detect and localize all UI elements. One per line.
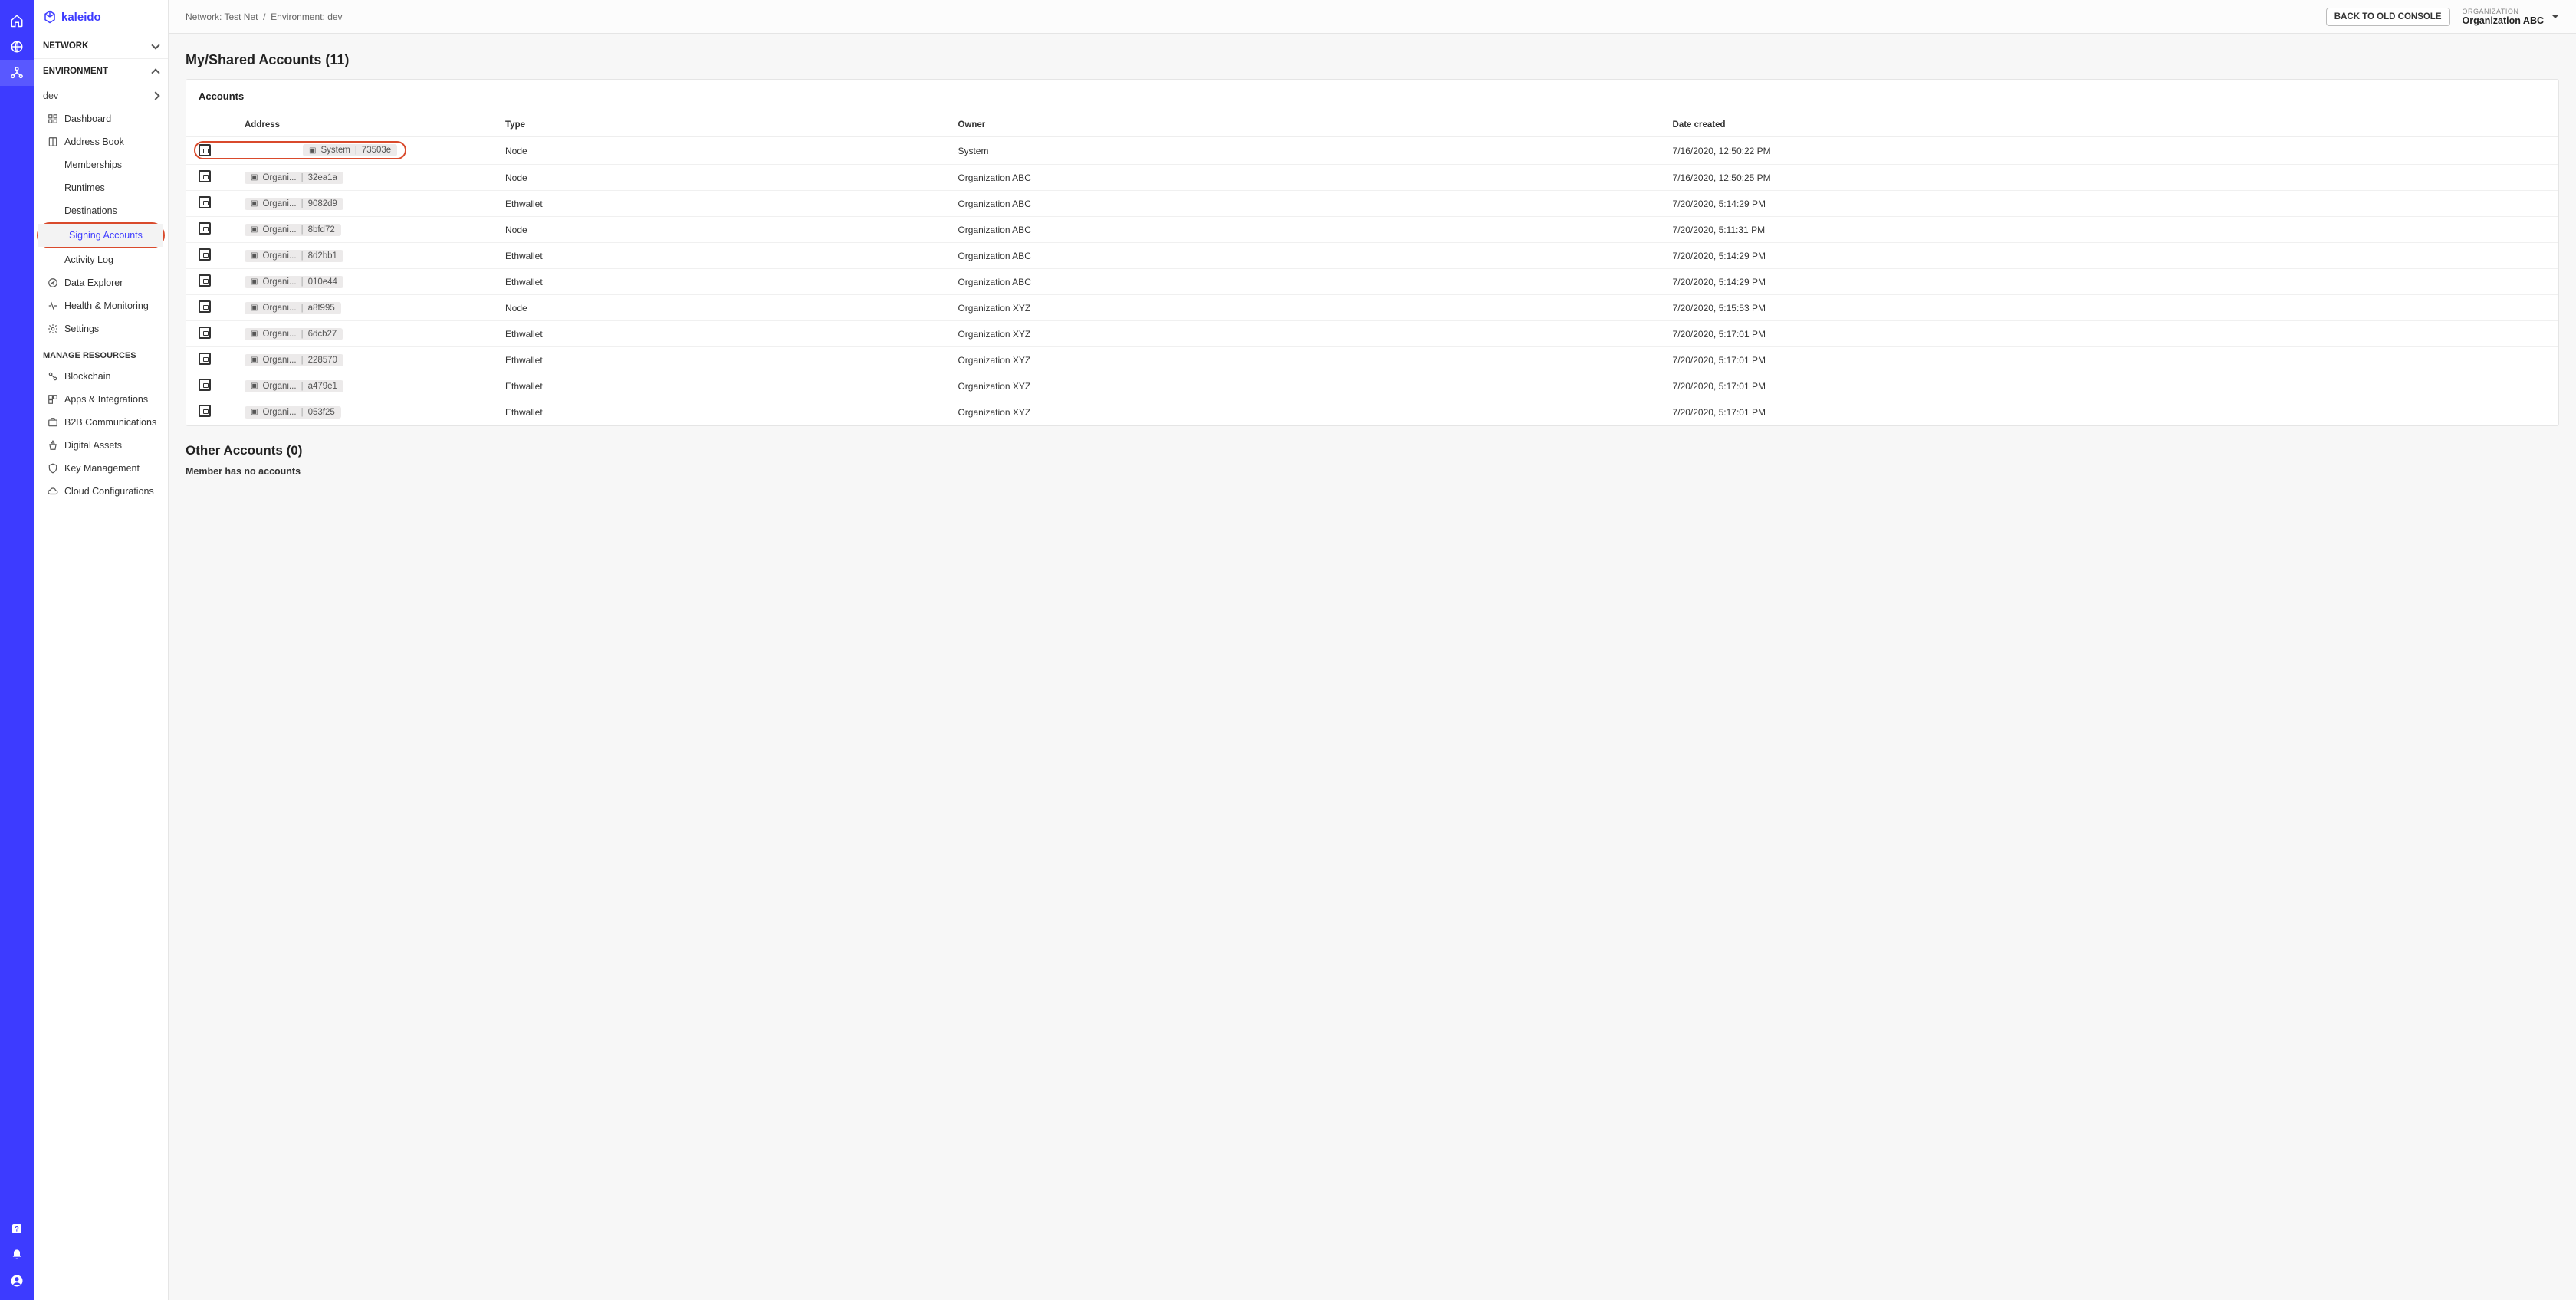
col-address: Address: [232, 113, 493, 137]
wallet-icon: [199, 170, 211, 182]
manage-resources-header: MANAGE RESOURCES: [34, 340, 168, 365]
sidebar-item-key-mgmt[interactable]: Key Management: [34, 457, 168, 480]
sidebar-item-apps[interactable]: Apps & Integrations: [34, 388, 168, 411]
sidebar-item-activity-log[interactable]: Activity Log: [34, 248, 168, 271]
home-icon[interactable]: [0, 8, 34, 34]
table-row[interactable]: ▣Organi...|053f25EthwalletOrganization X…: [186, 399, 2558, 425]
sidebar: kaleido NETWORK ENVIRONMENT dev Dashboar…: [34, 0, 169, 1300]
sidebar-item-runtimes[interactable]: Runtimes: [34, 176, 168, 199]
account-icon[interactable]: [0, 1268, 34, 1294]
table-row[interactable]: ▣Organi...|9082d9EthwalletOrganization A…: [186, 191, 2558, 217]
address-pill: ▣Organi...|053f25: [245, 406, 341, 419]
wallet-icon: [199, 405, 211, 417]
chain-icon: [48, 371, 58, 382]
sidebar-item-memberships[interactable]: Memberships: [34, 153, 168, 176]
sidebar-item-settings[interactable]: Settings: [34, 317, 168, 340]
chevron-up-icon: [151, 68, 159, 77]
chevron-right-icon: [151, 91, 159, 100]
chevron-down-icon: [151, 41, 159, 49]
briefcase-icon: [48, 417, 58, 428]
organization-dropdown[interactable]: ORGANIZATION Organization ABC: [2463, 8, 2559, 26]
table-row[interactable]: ▣Organi...|a8f995NodeOrganization XYZ7/2…: [186, 295, 2558, 321]
accounts-card: Accounts Address Type Owner Date created…: [186, 79, 2559, 426]
book-icon: [48, 136, 58, 147]
help-icon[interactable]: ?: [0, 1216, 34, 1242]
table-row[interactable]: ▣System|73503eNodeSystem7/16/2020, 12:50…: [186, 137, 2558, 165]
dashboard-icon: [48, 113, 58, 124]
shield-icon: [48, 463, 58, 474]
table-row[interactable]: ▣Organi...|32ea1aNodeOrganization ABC7/1…: [186, 165, 2558, 191]
icon-rail: ?: [0, 0, 34, 1300]
address-pill: ▣Organi...|6dcb27: [245, 328, 343, 340]
col-owner: Owner: [945, 113, 1660, 137]
address-pill: ▣Organi...|32ea1a: [245, 172, 343, 184]
address-pill: ▣System|73503e: [303, 144, 397, 156]
table-row[interactable]: ▣Organi...|8d2bb1EthwalletOrganization A…: [186, 243, 2558, 269]
sidebar-item-health[interactable]: Health & Monitoring: [34, 294, 168, 317]
address-pill: ▣Organi...|8bfd72: [245, 224, 341, 236]
wallet-icon: [199, 248, 211, 261]
logo[interactable]: kaleido: [34, 0, 168, 34]
address-pill: ▣Organi...|8d2bb1: [245, 250, 343, 262]
wallet-icon: [199, 327, 211, 339]
address-pill: ▣Organi...|010e44: [245, 276, 343, 288]
sidebar-item-blockchain[interactable]: Blockchain: [34, 365, 168, 388]
wallet-icon: [199, 144, 211, 156]
sidebar-item-signing-accounts[interactable]: Signing Accounts: [38, 224, 163, 247]
topbar: Network: Test Net / Environment: dev BAC…: [169, 0, 2576, 34]
table-row[interactable]: ▣Organi...|010e44EthwalletOrganization A…: [186, 269, 2558, 295]
globe-icon[interactable]: [0, 34, 34, 60]
sidebar-item-destinations[interactable]: Destinations: [34, 199, 168, 222]
table-row[interactable]: ▣Organi...|8bfd72NodeOrganization ABC7/2…: [186, 217, 2558, 243]
pulse-icon: [48, 300, 58, 311]
cloud-icon: [48, 486, 58, 497]
sidebar-item-digital-assets[interactable]: Digital Assets: [34, 434, 168, 457]
wallet-icon: [199, 353, 211, 365]
assets-icon: [48, 440, 58, 451]
back-to-old-console-button[interactable]: BACK TO OLD CONSOLE: [2326, 8, 2450, 26]
page-title: My/Shared Accounts (11): [186, 52, 2559, 68]
wallet-icon: [199, 222, 211, 235]
environment-selector[interactable]: dev: [34, 84, 168, 107]
sidebar-item-address-book[interactable]: Address Book: [34, 130, 168, 153]
other-accounts-empty: Member has no accounts: [186, 466, 2559, 477]
logo-text: kaleido: [61, 11, 101, 24]
address-pill: ▣Organi...|a479e1: [245, 380, 343, 392]
address-pill: ▣Organi...|228570: [245, 354, 343, 366]
sidebar-item-b2b[interactable]: B2B Communications: [34, 411, 168, 434]
network-section-header[interactable]: NETWORK: [34, 34, 168, 58]
col-type: Type: [493, 113, 945, 137]
other-accounts-title: Other Accounts (0): [186, 443, 2559, 458]
svg-text:?: ?: [15, 1225, 19, 1233]
wallet-icon: [199, 300, 211, 313]
environment-section-header[interactable]: ENVIRONMENT: [34, 58, 168, 84]
col-date: Date created: [1661, 113, 2558, 137]
sidebar-item-cloud[interactable]: Cloud Configurations: [34, 480, 168, 503]
sidebar-item-data-explorer[interactable]: Data Explorer: [34, 271, 168, 294]
main-area: Network: Test Net / Environment: dev BAC…: [169, 0, 2576, 1300]
table-row[interactable]: ▣Organi...|6dcb27EthwalletOrganization X…: [186, 321, 2558, 347]
table-row[interactable]: ▣Organi...|a479e1EthwalletOrganization X…: [186, 373, 2558, 399]
address-pill: ▣Organi...|9082d9: [245, 198, 343, 210]
sidebar-item-dashboard[interactable]: Dashboard: [34, 107, 168, 130]
address-pill: ▣Organi...|a8f995: [245, 302, 341, 314]
compass-icon: [48, 277, 58, 288]
wallet-icon: [199, 379, 211, 391]
network-icon[interactable]: [0, 60, 34, 86]
highlight-annotation: ▣System|73503e: [196, 143, 405, 158]
gear-icon: [48, 323, 58, 334]
highlight-annotation: Signing Accounts: [37, 222, 165, 248]
wallet-icon: [199, 274, 211, 287]
card-title: Accounts: [186, 80, 2558, 113]
breadcrumb: Network: Test Net / Environment: dev: [186, 11, 2326, 22]
wallet-icon: [199, 196, 211, 208]
table-row[interactable]: ▣Organi...|228570EthwalletOrganization X…: [186, 347, 2558, 373]
accounts-table: Address Type Owner Date created ▣System|…: [186, 113, 2558, 425]
apps-icon: [48, 394, 58, 405]
bell-icon[interactable]: [0, 1242, 34, 1268]
dropdown-icon: [2551, 15, 2559, 18]
